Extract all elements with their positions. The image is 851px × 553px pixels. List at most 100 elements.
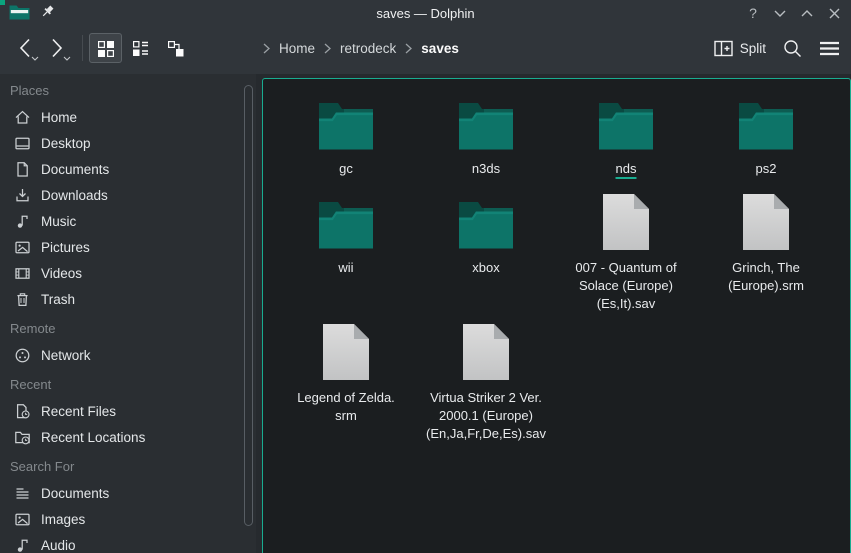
sidebar-item-label: Music <box>41 214 76 229</box>
network-icon <box>14 347 31 364</box>
breadcrumb-saves[interactable]: saves <box>419 41 461 56</box>
compact-view-button[interactable] <box>124 33 157 63</box>
corner-marker <box>0 0 5 5</box>
section-label-remote: Remote <box>0 316 256 342</box>
forward-button[interactable] <box>42 33 72 63</box>
file-item-legend-of-zelda[interactable]: Legend of Zelda. srm <box>276 324 416 443</box>
folder-icon <box>456 99 516 151</box>
image-icon <box>14 511 31 528</box>
sidebar-item-label: Pictures <box>41 240 90 255</box>
film-icon <box>14 265 31 282</box>
app-folder-icon[interactable] <box>9 3 30 20</box>
sidebar-item-label: Recent Locations <box>41 430 145 445</box>
download-icon <box>14 187 31 204</box>
file-item-grinch-the[interactable]: Grinch, The (Europe).srm <box>696 194 836 324</box>
sidebar-item-label: Trash <box>41 292 75 307</box>
sidebar-item-recent-locations[interactable]: Recent Locations <box>0 424 256 450</box>
sidebar-item-network[interactable]: Network <box>0 342 256 368</box>
sidebar-item-label: Documents <box>41 486 109 501</box>
folder-item-wii[interactable]: wii <box>276 194 416 324</box>
search-button[interactable] <box>783 39 802 58</box>
help-button[interactable]: ? <box>744 4 762 22</box>
sidebar-item-pictures[interactable]: Pictures <box>0 234 256 260</box>
folder-view: gc n3ds nds ps2 <box>262 78 851 553</box>
file-item-007-quantum-of-solace[interactable]: 007 - Quantum of Solace (Europe) (Es,It)… <box>556 194 696 324</box>
menu-button[interactable] <box>819 41 840 56</box>
recent-file-icon <box>14 403 31 420</box>
toolbar: Home retrodeck saves Split <box>0 26 851 74</box>
icons-view-button[interactable] <box>89 33 122 63</box>
split-view-icon <box>714 40 733 57</box>
split-label: Split <box>740 41 766 56</box>
toolbar-separator <box>82 35 83 61</box>
sidebar-item-search-documents[interactable]: Documents <box>0 480 256 506</box>
folder-item-ps2[interactable]: ps2 <box>696 99 836 194</box>
section-label-search-for: Search For <box>0 454 256 480</box>
compact-view-icon <box>132 40 149 57</box>
tree-view-icon <box>167 40 185 57</box>
sidebar-item-downloads[interactable]: Downloads <box>0 182 256 208</box>
icons-view-icon <box>97 40 114 57</box>
close-button[interactable] <box>825 4 843 22</box>
tree-view-button[interactable] <box>159 33 192 63</box>
sidebar-item-label: Videos <box>41 266 82 281</box>
sidebar-scrollbar[interactable] <box>244 85 253 526</box>
image-icon <box>14 239 31 256</box>
sidebar-item-home[interactable]: Home <box>0 104 256 130</box>
back-history-caret-icon <box>31 56 39 61</box>
sidebar-item-label: Recent Files <box>41 404 116 419</box>
window-title: saves — Dolphin <box>0 6 851 21</box>
desktop-icon <box>14 135 31 152</box>
sidebar-item-label: Downloads <box>41 188 108 203</box>
forward-history-caret-icon <box>63 56 71 61</box>
file-item-virtua-striker-2[interactable]: Virtua Striker 2 Ver. 2000.1 (Europe) (E… <box>416 324 556 443</box>
folder-icon <box>316 99 376 151</box>
sidebar-item-documents[interactable]: Documents <box>0 156 256 182</box>
file-icon <box>743 194 789 250</box>
sidebar-item-label: Documents <box>41 162 109 177</box>
folder-item-nds[interactable]: nds <box>556 99 696 194</box>
split-button[interactable]: Split <box>714 40 766 57</box>
file-icon <box>463 324 509 380</box>
sidebar-item-recent-files[interactable]: Recent Files <box>0 398 256 424</box>
breadcrumb: Home retrodeck saves <box>263 41 714 56</box>
chevron-right-icon <box>263 43 270 54</box>
maximize-button[interactable] <box>798 4 816 22</box>
sidebar-item-label: Desktop <box>41 136 91 151</box>
folder-icon <box>596 99 656 151</box>
pin-icon[interactable] <box>40 4 56 20</box>
file-icon <box>323 324 369 380</box>
folder-item-n3ds[interactable]: n3ds <box>416 99 556 194</box>
titlebar: saves — Dolphin ? <box>0 0 851 26</box>
breadcrumb-home[interactable]: Home <box>277 41 317 56</box>
text-lines-icon <box>14 485 31 502</box>
home-icon <box>14 109 31 126</box>
sidebar-item-trash[interactable]: Trash <box>0 286 256 312</box>
hamburger-menu-icon <box>819 41 840 56</box>
breadcrumb-retrodeck[interactable]: retrodeck <box>338 41 398 56</box>
places-panel: Places Home Desktop Documents <box>0 74 256 553</box>
chevron-right-icon <box>405 43 412 54</box>
minimize-button[interactable] <box>771 4 789 22</box>
file-icon <box>603 194 649 250</box>
document-icon <box>14 161 31 178</box>
sidebar-item-desktop[interactable]: Desktop <box>0 130 256 156</box>
folder-icon <box>316 194 376 250</box>
trash-icon <box>14 291 31 308</box>
music-note-icon <box>14 537 31 553</box>
folder-item-xbox[interactable]: xbox <box>416 194 556 324</box>
sidebar-item-label: Network <box>41 348 91 363</box>
folder-item-gc[interactable]: gc <box>276 99 416 194</box>
back-button[interactable] <box>10 33 40 63</box>
folder-icon <box>736 99 796 151</box>
music-note-icon <box>14 213 31 230</box>
search-icon <box>783 39 802 58</box>
sidebar-item-music[interactable]: Music <box>0 208 256 234</box>
sidebar-item-search-audio[interactable]: Audio <box>0 532 256 553</box>
sidebar-item-label: Images <box>41 512 85 527</box>
sidebar-item-videos[interactable]: Videos <box>0 260 256 286</box>
sidebar-item-label: Audio <box>41 538 76 553</box>
recent-folder-icon <box>14 429 31 446</box>
sidebar-item-search-images[interactable]: Images <box>0 506 256 532</box>
sidebar-item-label: Home <box>41 110 77 125</box>
